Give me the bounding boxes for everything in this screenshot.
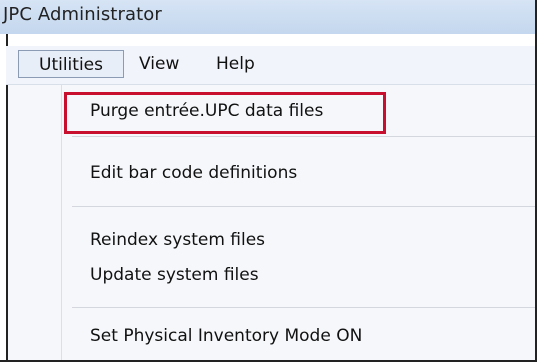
menu-item-update-system-files[interactable]: Update system files bbox=[90, 265, 259, 285]
menu-utilities[interactable]: Utilities bbox=[18, 50, 124, 78]
menu-bar: Utilities View Help bbox=[6, 46, 537, 85]
menu-separator bbox=[72, 307, 537, 308]
menu-item-set-physical-inventory-mode-on[interactable]: Set Physical Inventory Mode ON bbox=[90, 326, 362, 346]
menu-separator bbox=[72, 206, 537, 207]
highlight-annotation-box bbox=[64, 92, 386, 134]
menu-item-edit-bar-code-definitions[interactable]: Edit bar code definitions bbox=[90, 163, 297, 183]
menu-view[interactable]: View bbox=[139, 50, 179, 78]
menu-item-reindex-system-files[interactable]: Reindex system files bbox=[90, 230, 265, 250]
application-window: JPC Administrator Utilities View Help Pu… bbox=[0, 0, 537, 362]
window-title: JPC Administrator bbox=[3, 4, 162, 25]
title-bar: JPC Administrator bbox=[0, 0, 537, 34]
menu-separator bbox=[72, 136, 537, 137]
menu-help[interactable]: Help bbox=[216, 50, 255, 78]
menu-icon-gutter bbox=[61, 85, 62, 362]
